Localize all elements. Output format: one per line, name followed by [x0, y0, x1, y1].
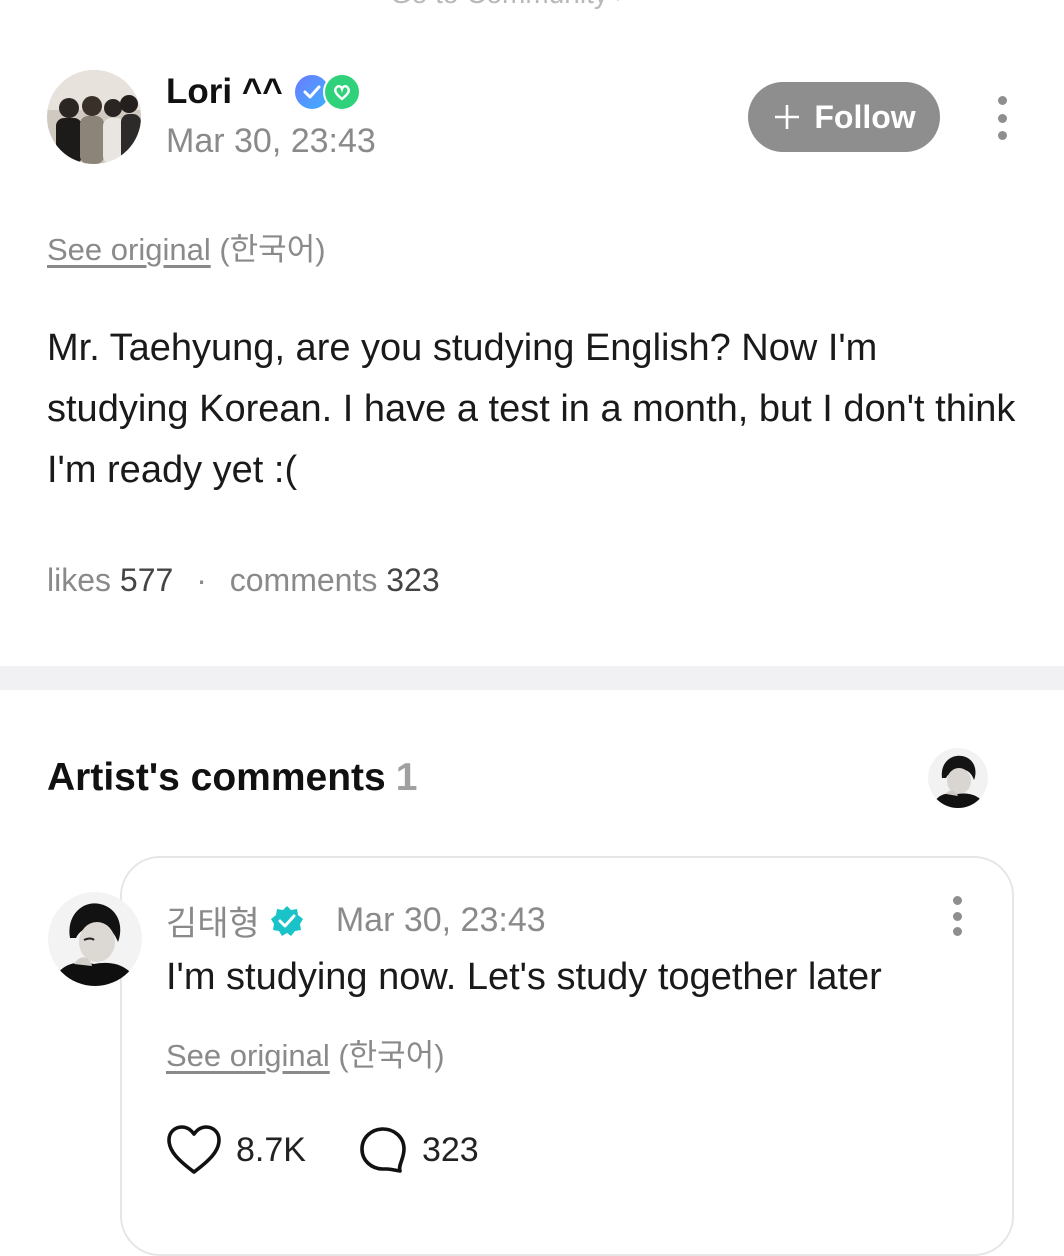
likes-count: 577: [119, 562, 174, 598]
post-author[interactable]: Lori ^^: [166, 72, 361, 112]
comment-text: I'm studying now. Let's study together l…: [166, 956, 882, 998]
verified-check-icon: [270, 905, 303, 936]
stats-separator: ·: [196, 562, 207, 598]
like-button[interactable]: 8.7K: [166, 1124, 306, 1176]
artist-comments-title: Artist's comments 1: [47, 756, 417, 800]
post-body: Mr. Taehyung, are you studying English? …: [47, 327, 1016, 491]
post-author-name[interactable]: Lori ^^: [166, 72, 283, 112]
like-count: 8.7K: [236, 1130, 306, 1169]
commenter-name[interactable]: 김태형: [166, 896, 260, 945]
follow-button[interactable]: Follow: [748, 82, 940, 152]
commenter-avatar[interactable]: [48, 892, 142, 986]
commenter-info: 김태형 Mar 30, 23:43: [166, 896, 546, 945]
comment-see-original-link[interactable]: See original: [166, 1038, 330, 1073]
plus-icon: [775, 105, 800, 129]
reply-count: 323: [421, 1130, 479, 1169]
heart-outline-icon: [167, 1125, 221, 1174]
speech-bubble-icon: [360, 1127, 406, 1173]
comments-label[interactable]: comments: [230, 562, 378, 598]
comment-date: Mar 30, 23:43: [335, 901, 546, 939]
artist-comments-count: 1: [395, 756, 418, 799]
comment-original-language: (한국어): [338, 1038, 445, 1073]
post-date: Mar 30, 23:43: [166, 122, 376, 160]
fan-badge-icon: [322, 73, 361, 111]
section-divider: [0, 666, 1064, 690]
author-badges: [292, 73, 361, 111]
original-language: (한국어): [219, 232, 326, 267]
artist-comments-label: Artist's comments: [47, 756, 386, 799]
artist-avatar-small[interactable]: [928, 748, 988, 808]
reply-button[interactable]: 323: [358, 1125, 479, 1175]
post-author-avatar[interactable]: [47, 70, 141, 164]
follow-label: Follow: [814, 98, 916, 135]
see-original-comment: See original (한국어): [166, 1030, 445, 1075]
comment-more-options-icon[interactable]: [951, 896, 963, 936]
more-options-icon[interactable]: [996, 96, 1008, 140]
likes-label: likes: [47, 562, 112, 598]
comments-count[interactable]: 323: [386, 562, 439, 598]
see-original-link[interactable]: See original: [47, 232, 211, 267]
go-to-community-link[interactable]: Go to Community >: [390, 0, 632, 10]
post-stats: likes 577 · comments 323: [47, 562, 440, 599]
see-original-post: See original (한국어): [47, 224, 326, 269]
comment-actions: 8.7K 323: [166, 1124, 479, 1176]
